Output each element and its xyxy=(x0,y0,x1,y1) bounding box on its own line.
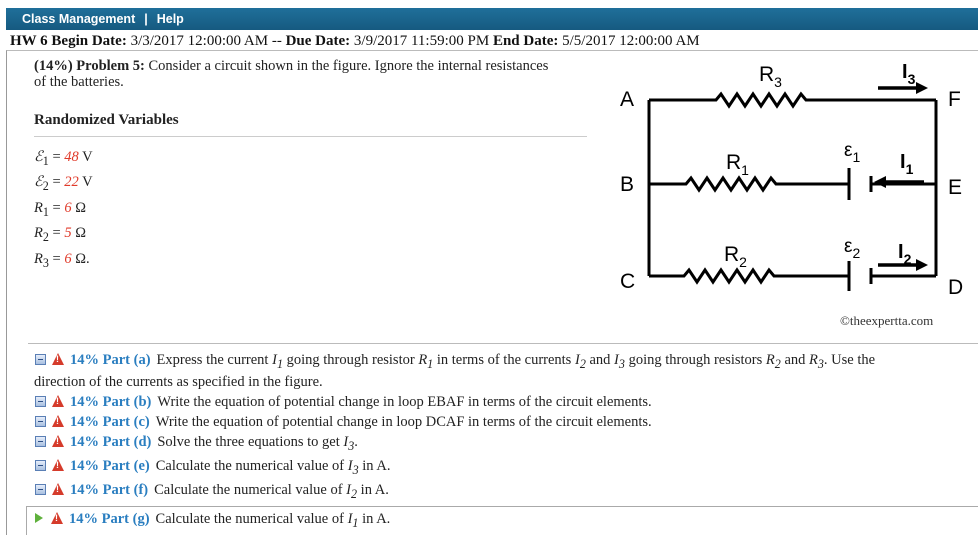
node-label-f: F xyxy=(948,88,961,111)
circuit-diagram: A B C D E F R3 R1 R2 ε1 ε2 I3 I1 I2 xyxy=(620,61,963,299)
divider xyxy=(34,136,587,137)
top-nav-bar: Class Management | Help xyxy=(6,8,978,30)
node-label-e: E xyxy=(948,176,962,199)
warning-icon xyxy=(52,459,64,471)
part-d-text: Solve the three equations to get I3. xyxy=(157,434,358,453)
node-label-c: C xyxy=(620,270,635,293)
part-f-label[interactable]: 14% Part (f) xyxy=(70,482,148,498)
due-date-label: Due Date: xyxy=(285,33,351,49)
resistor-label-r2: R2 xyxy=(724,243,747,270)
current-label-i1: I1 xyxy=(900,151,914,177)
expand-play-icon[interactable] xyxy=(35,513,43,523)
collapse-icon[interactable] xyxy=(35,354,46,365)
part-c-label[interactable]: 14% Part (c) xyxy=(70,414,150,430)
part-b-text: Write the equation of potential change i… xyxy=(157,394,652,410)
warning-icon xyxy=(51,512,63,524)
variable-r2: R2 = 5 Ω xyxy=(34,225,86,245)
emf-label-1: ε1 xyxy=(844,140,860,165)
part-b-label[interactable]: 14% Part (b) xyxy=(70,394,151,410)
divider xyxy=(28,343,978,344)
collapse-icon[interactable] xyxy=(35,460,46,471)
part-b-row[interactable]: 14% Part (b) Write the equation of potent… xyxy=(35,394,652,411)
warning-icon xyxy=(52,395,64,407)
class-management-link[interactable]: Class Management xyxy=(22,12,135,26)
resistor-label-r3: R3 xyxy=(759,63,782,90)
emf-label-2: ε2 xyxy=(844,236,860,261)
date-dash: -- xyxy=(271,33,282,49)
due-date-value: 3/9/2017 11:59:00 PM xyxy=(353,33,490,49)
warning-icon xyxy=(52,353,64,365)
warning-icon xyxy=(52,435,64,447)
collapse-icon[interactable] xyxy=(35,416,46,427)
hw-name: HW 6 xyxy=(10,33,48,49)
collapse-icon[interactable] xyxy=(35,436,46,447)
collapse-icon[interactable] xyxy=(35,396,46,407)
part-d-row[interactable]: 14% Part (d) Solve the three equations to… xyxy=(35,434,358,454)
end-date-label: End Date: xyxy=(492,33,559,49)
part-e-label[interactable]: 14% Part (e) xyxy=(70,458,150,474)
node-label-d: D xyxy=(948,276,963,299)
variables-list: ℰ1 = 48 V ℰ2 = 22 V R1 = 6 Ω R2 = 5 Ω R3… xyxy=(34,147,93,274)
problem-header: (14%) Problem 5: xyxy=(34,58,145,74)
begin-date-value: 3/3/2017 12:00:00 AM xyxy=(130,33,269,49)
randomized-variables-title: Randomized Variables xyxy=(34,112,179,128)
variable-emf2: ℰ2 = 22 V xyxy=(34,174,93,194)
current-label-i2: I2 xyxy=(898,241,912,267)
part-c-text: Write the equation of potential change i… xyxy=(155,414,652,430)
part-a-row[interactable]: 14% Part (a) Express the current I1 going… xyxy=(35,352,875,372)
part-a-text: Express the current I1 going through res… xyxy=(156,352,876,371)
begin-date-label: Begin Date: xyxy=(51,33,127,49)
variable-r1: R1 = 6 Ω xyxy=(34,199,86,219)
part-f-text: Calculate the numerical value of I2 in A… xyxy=(154,482,389,501)
part-g-label[interactable]: 14% Part (g) xyxy=(69,511,150,527)
part-g-text: Calculate the numerical value of I1 in A… xyxy=(155,511,391,530)
part-f-row[interactable]: 14% Part (f) Calculate the numerical valu… xyxy=(35,482,389,502)
part-e-row[interactable]: 14% Part (e) Calculate the numerical valu… xyxy=(35,458,390,478)
resistor-label-r1: R1 xyxy=(726,151,749,178)
part-d-label[interactable]: 14% Part (d) xyxy=(70,434,151,450)
current-label-i3: I3 xyxy=(902,61,916,87)
problem-statement: (14%) Problem 5: Consider a circuit show… xyxy=(34,58,554,90)
part-e-text: Calculate the numerical value of I3 in A… xyxy=(155,458,391,477)
part-g-row[interactable]: 14% Part (g) Calculate the numerical valu… xyxy=(35,511,390,531)
warning-icon xyxy=(52,415,64,427)
part-a-text-continued: direction of the currents as specified i… xyxy=(34,374,323,390)
nav-separator: | xyxy=(144,12,148,26)
copyright-credit: ©theexpertta.com xyxy=(840,313,934,328)
collapse-icon[interactable] xyxy=(35,484,46,495)
node-label-b: B xyxy=(620,173,634,196)
end-date-value: 5/5/2017 12:00:00 AM xyxy=(562,33,700,49)
homework-dates: HW 6 Begin Date: 3/3/2017 12:00:00 AM --… xyxy=(10,33,700,50)
variable-r3: R3 = 6 Ω. xyxy=(34,250,90,270)
node-label-a: A xyxy=(620,88,634,111)
part-c-row[interactable]: 14% Part (c) Write the equation of potent… xyxy=(35,414,652,431)
help-link[interactable]: Help xyxy=(157,12,184,26)
variable-emf1: ℰ1 = 48 V xyxy=(34,149,93,168)
warning-icon xyxy=(52,483,64,495)
part-a-label[interactable]: 14% Part (a) xyxy=(70,352,151,368)
